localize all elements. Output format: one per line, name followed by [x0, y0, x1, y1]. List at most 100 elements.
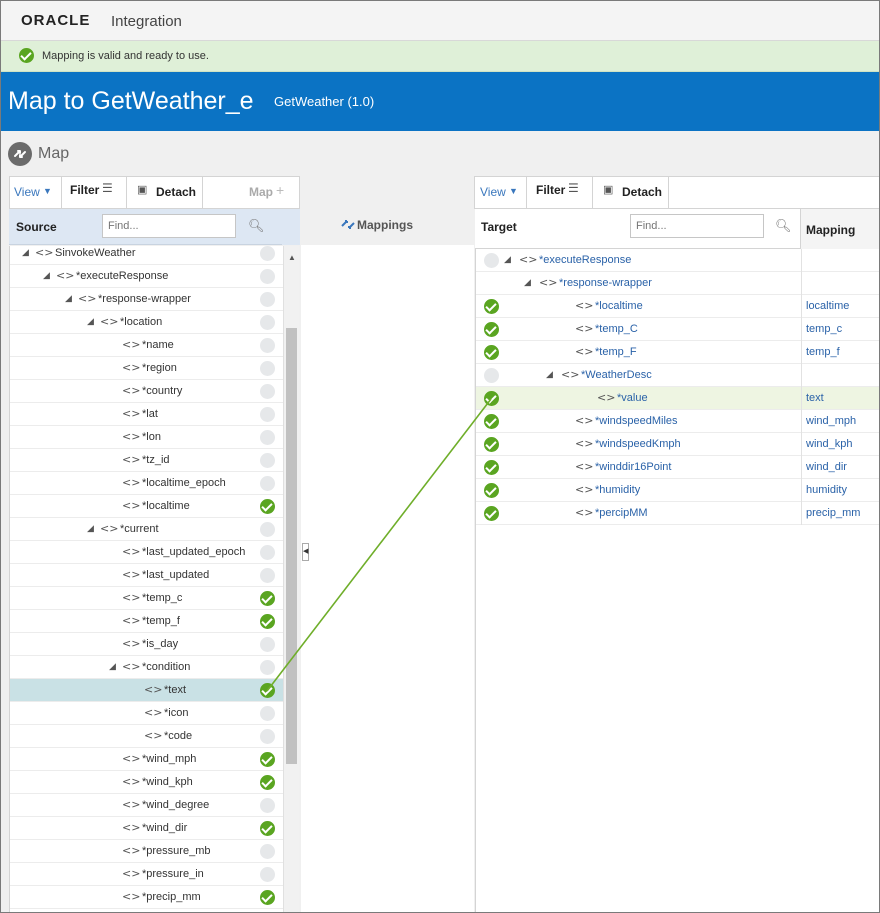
- source-row[interactable]: <> *code: [10, 725, 284, 748]
- expand-toggle-icon[interactable]: ◢: [43, 270, 50, 281]
- mappings-icon: [341, 218, 355, 231]
- expand-toggle-icon[interactable]: ◢: [22, 247, 29, 258]
- element-tag-icon: <>: [122, 499, 141, 512]
- source-row[interactable]: <> *region: [10, 357, 284, 380]
- mapping-value[interactable]: humidity: [806, 484, 847, 496]
- source-row[interactable]: <> *localtime_epoch: [10, 472, 284, 495]
- target-row-label[interactable]: *localtime: [595, 300, 643, 312]
- expand-toggle-icon[interactable]: ◢: [546, 369, 553, 380]
- mapping-column-header[interactable]: Mapping: [800, 209, 879, 249]
- target-row-label[interactable]: *value: [617, 392, 648, 404]
- source-row[interactable]: <> *wind_dir: [10, 817, 284, 840]
- element-tag-icon: <>: [122, 338, 141, 351]
- mapping-value[interactable]: text: [806, 392, 824, 404]
- target-row[interactable]: <> *temp_C temp_c: [476, 318, 879, 341]
- expand-toggle-icon[interactable]: ◢: [524, 277, 531, 288]
- mapped-check-icon: [484, 322, 499, 337]
- expand-toggle-icon[interactable]: ◢: [109, 661, 116, 672]
- unmapped-status-icon: [260, 315, 275, 330]
- search-icon[interactable]: 🔍︎: [248, 218, 265, 234]
- source-row[interactable]: ◢ <> *location: [10, 311, 284, 334]
- mapping-value[interactable]: wind_kph: [806, 438, 852, 450]
- source-row[interactable]: <> *temp_c: [10, 587, 284, 610]
- source-scrollbar[interactable]: ▲: [283, 246, 299, 912]
- expand-toggle-icon[interactable]: ◢: [65, 293, 72, 304]
- target-detach-button[interactable]: ▣ Detach: [593, 177, 669, 208]
- source-find-input[interactable]: [102, 214, 236, 238]
- target-row[interactable]: <> *humidity humidity: [476, 479, 879, 502]
- source-detach-button[interactable]: ▣ Detach: [127, 177, 203, 208]
- mapping-value[interactable]: wind_mph: [806, 415, 856, 427]
- source-row[interactable]: <> *localtime: [10, 495, 284, 518]
- target-row-label[interactable]: *percipMM: [595, 507, 648, 519]
- source-row-label: *wind_degree: [142, 799, 210, 811]
- source-row[interactable]: <> *country: [10, 380, 284, 403]
- target-row-label[interactable]: *temp_F: [595, 346, 637, 358]
- collapse-panel-handle[interactable]: ◀: [302, 543, 309, 561]
- target-row-label[interactable]: *winddir16Point: [595, 461, 671, 473]
- target-row[interactable]: <> *windspeedMiles wind_mph: [476, 410, 879, 433]
- source-row[interactable]: <> *wind_mph: [10, 748, 284, 771]
- target-row-label[interactable]: *response-wrapper: [559, 277, 652, 289]
- source-row[interactable]: ◢ <> *current: [10, 518, 284, 541]
- source-view-menu[interactable]: View ▼: [10, 177, 62, 208]
- source-row[interactable]: <> *precip_mm: [10, 886, 284, 909]
- target-row[interactable]: <> *localtime localtime: [476, 295, 879, 318]
- target-row[interactable]: ◢ <> *executeResponse: [476, 249, 879, 272]
- target-view-menu[interactable]: View ▼: [475, 177, 527, 208]
- target-row-label[interactable]: *windspeedKmph: [595, 438, 681, 450]
- mapping-value[interactable]: localtime: [806, 300, 849, 312]
- source-map-button[interactable]: Map +: [203, 177, 300, 208]
- target-row[interactable]: <> *value text: [476, 387, 879, 410]
- source-row[interactable]: ◢ <> *executeResponse: [10, 265, 284, 288]
- source-row[interactable]: <> *is_day: [10, 633, 284, 656]
- target-row-label[interactable]: *temp_C: [595, 323, 638, 335]
- source-filter-button[interactable]: Filter ☰: [62, 177, 127, 208]
- source-row[interactable]: <> *wind_kph: [10, 771, 284, 794]
- source-row[interactable]: <> *text: [10, 679, 284, 702]
- target-row[interactable]: <> *winddir16Point wind_dir: [476, 456, 879, 479]
- source-row[interactable]: <> *pressure_mb: [10, 840, 284, 863]
- expand-toggle-icon[interactable]: ◢: [87, 316, 94, 327]
- target-filter-button[interactable]: Filter ☰: [527, 177, 593, 208]
- expand-toggle-icon[interactable]: ◢: [504, 254, 511, 265]
- source-row-label: *temp_c: [142, 592, 183, 604]
- source-row[interactable]: <> *last_updated: [10, 564, 284, 587]
- scroll-thumb[interactable]: [286, 328, 297, 764]
- target-row-label[interactable]: *executeResponse: [539, 254, 631, 266]
- target-row-label[interactable]: *humidity: [595, 484, 640, 496]
- source-row[interactable]: <> *lat: [10, 403, 284, 426]
- target-row[interactable]: ◢ <> *WeatherDesc: [476, 364, 879, 387]
- element-tag-icon: <>: [122, 568, 141, 581]
- source-row[interactable]: <> *name: [10, 334, 284, 357]
- source-row[interactable]: <> *tz_id: [10, 449, 284, 472]
- target-row[interactable]: ◢ <> *response-wrapper: [476, 272, 879, 295]
- mappings-label: Mappings: [357, 218, 413, 232]
- mapping-value[interactable]: temp_c: [806, 323, 842, 335]
- target-row-label[interactable]: *WeatherDesc: [581, 369, 652, 381]
- source-row[interactable]: ◢ <> *condition: [10, 656, 284, 679]
- source-row[interactable]: <> *last_updated_epoch: [10, 541, 284, 564]
- scroll-up-icon[interactable]: ▲: [288, 253, 296, 262]
- source-row[interactable]: <> *wind_degree: [10, 794, 284, 817]
- source-row[interactable]: <> *lon: [10, 426, 284, 449]
- source-row[interactable]: <> *icon: [10, 702, 284, 725]
- map-icon[interactable]: [8, 142, 32, 166]
- unmapped-status-icon: [260, 384, 275, 399]
- element-tag-icon: <>: [122, 798, 141, 811]
- source-row[interactable]: ◢ <> SinvokeWeather: [10, 246, 284, 265]
- target-row[interactable]: <> *percipMM precip_mm: [476, 502, 879, 525]
- target-row-label[interactable]: *windspeedMiles: [595, 415, 678, 427]
- mapping-value[interactable]: precip_mm: [806, 507, 860, 519]
- target-row[interactable]: <> *temp_F temp_f: [476, 341, 879, 364]
- source-row[interactable]: ◢ <> *response-wrapper: [10, 288, 284, 311]
- search-icon[interactable]: 🔍︎: [775, 218, 792, 234]
- target-row[interactable]: <> *windspeedKmph wind_kph: [476, 433, 879, 456]
- target-find-input[interactable]: [630, 214, 764, 238]
- expand-toggle-icon[interactable]: ◢: [87, 523, 94, 534]
- mapping-value[interactable]: temp_f: [806, 346, 840, 358]
- source-row[interactable]: <> *pressure_in: [10, 863, 284, 886]
- source-row-label: *tz_id: [142, 454, 170, 466]
- mapping-value[interactable]: wind_dir: [806, 461, 847, 473]
- source-row[interactable]: <> *temp_f: [10, 610, 284, 633]
